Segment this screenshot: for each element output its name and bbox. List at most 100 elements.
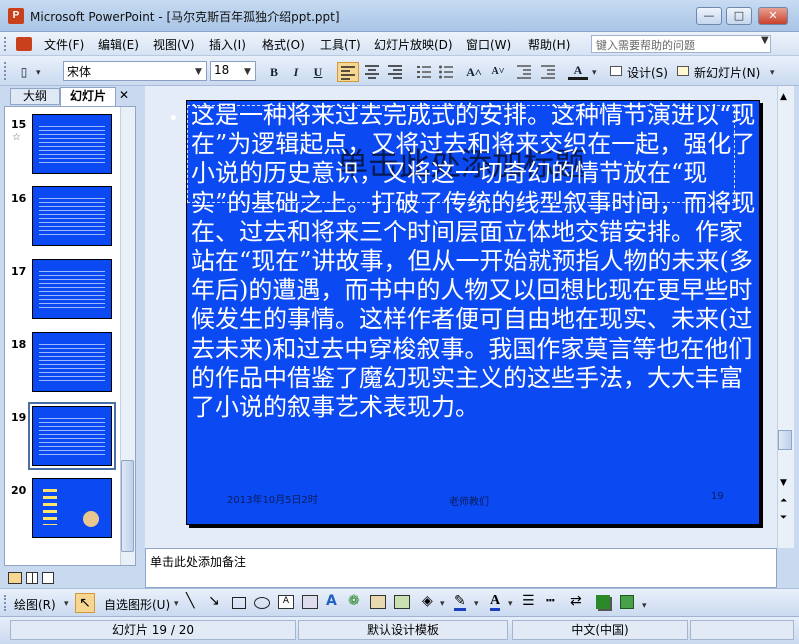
slide-body-text[interactable]: 这是一种将来过去完成式的安排。这种情节演进以“现在”为逻辑起点，又将过去和将来交… <box>191 101 757 422</box>
pane-close-icon[interactable]: ✕ <box>119 88 129 102</box>
numbering-icon <box>417 66 431 78</box>
line-tool-icon[interactable]: ╲ <box>186 593 194 609</box>
close-button[interactable]: ✕ <box>758 7 788 25</box>
menu-bar: 文件(F) 编辑(E) 视图(V) 插入(I) 格式(O) 工具(T) 幻灯片放… <box>0 32 799 56</box>
italic-button[interactable]: I <box>286 62 306 82</box>
shadow-style-icon[interactable] <box>596 595 610 609</box>
diagram-icon[interactable]: ❁ <box>348 593 360 609</box>
scroll-down-arrow-icon[interactable]: ▼ <box>780 478 787 488</box>
menu-tools[interactable]: 工具(T) <box>320 36 361 53</box>
decrease-font-size-icon[interactable]: A˅ <box>488 62 508 82</box>
arrow-tool-icon[interactable]: ↘ <box>208 593 220 609</box>
tab-slides[interactable]: 幻灯片 <box>60 87 116 106</box>
font-size-value: 18 <box>214 63 230 77</box>
menu-file[interactable]: 文件(F) <box>44 36 84 53</box>
drawing-toolbar: 绘图(R) ▾ ↖ 自选图形(U) ▾ ╲ ↘ A A ❁ ◈ ▾ ✎ ▾ A … <box>0 588 799 616</box>
slide-thumbnail-20[interactable] <box>32 478 112 538</box>
slideshow-view-icon[interactable] <box>42 572 54 584</box>
notes-pane[interactable]: 单击此处添加备注 <box>145 548 777 588</box>
text-color-arrow-icon[interactable]: ▾ <box>508 599 513 609</box>
align-left-button[interactable] <box>337 62 359 82</box>
toolbar-overflow-icon[interactable]: ▾ <box>770 68 775 78</box>
drawbar-overflow-icon[interactable]: ▾ <box>642 601 647 611</box>
thumbnail-scroll-thumb[interactable] <box>121 460 134 552</box>
slide-sorter-view-icon[interactable] <box>26 572 38 584</box>
status-slide-position: 幻灯片 19 / 20 <box>10 620 296 640</box>
document-icon[interactable] <box>16 37 32 51</box>
font-size-dropdown-icon[interactable]: ▼ <box>244 67 251 77</box>
toolbar-options-arrow-icon[interactable]: ▾ <box>36 68 41 78</box>
autoshapes-arrow-icon[interactable]: ▾ <box>174 599 179 609</box>
line-style-icon[interactable]: ☰ <box>522 593 535 609</box>
align-center-icon <box>365 65 379 79</box>
minimize-button[interactable]: — <box>696 7 722 25</box>
menu-format[interactable]: 格式(O) <box>262 36 305 53</box>
status-language: 中文(中国) <box>512 620 688 640</box>
design-icon[interactable] <box>610 66 622 76</box>
slide-thumbnail-17[interactable] <box>32 259 112 319</box>
fill-color-arrow-icon[interactable]: ▾ <box>440 599 445 609</box>
tab-outline[interactable]: 大纲 <box>10 88 60 105</box>
3d-style-icon[interactable] <box>620 595 634 609</box>
underline-button[interactable]: U <box>308 62 328 82</box>
picture-icon[interactable] <box>394 595 410 609</box>
decrease-indent-icon[interactable] <box>514 62 534 82</box>
help-search-input[interactable]: 键入需要帮助的问题 <box>591 35 771 53</box>
design-button[interactable]: 设计(S) <box>627 64 668 81</box>
window-title: Microsoft PowerPoint - [马尔克斯百年孤独介绍ppt.pp… <box>30 10 340 24</box>
slide-thumbnail-16[interactable] <box>32 186 112 246</box>
rectangle-tool-icon[interactable] <box>232 597 246 609</box>
align-right-button[interactable] <box>385 62 405 82</box>
formatting-toolbar: ▯ ▾ 宋体 ▼ 18 ▼ B I U A˄ A˅ A ▾ 设计(S) 新幻灯片… <box>0 56 799 86</box>
font-name-field[interactable]: 宋体 <box>63 61 207 81</box>
notes-placeholder: 单击此处添加备注 <box>150 555 247 569</box>
increase-indent-icon[interactable] <box>538 62 558 82</box>
menu-slideshow[interactable]: 幻灯片放映(D) <box>374 36 453 53</box>
menu-view[interactable]: 视图(V) <box>153 36 195 53</box>
numbering-button[interactable] <box>414 62 434 82</box>
current-slide[interactable]: 单击此处添加标题 这是一种将来过去完成式的安排。这种情节演进以“现在”为逻辑起点… <box>186 100 760 525</box>
menu-window[interactable]: 窗口(W) <box>466 36 511 53</box>
vertical-textbox-icon[interactable] <box>302 595 318 609</box>
text-color-icon[interactable]: A <box>490 593 501 611</box>
animation-star-icon: ☆ <box>12 132 21 143</box>
draw-menu-button[interactable]: 绘图(R) <box>14 596 56 613</box>
dash-style-icon[interactable]: ┅ <box>546 593 554 609</box>
line-color-arrow-icon[interactable]: ▾ <box>474 599 479 609</box>
bold-button[interactable]: B <box>264 62 284 82</box>
slide-thumbnail-15[interactable] <box>32 114 112 174</box>
oval-tool-icon[interactable] <box>254 597 270 609</box>
slide-scroll-thumb[interactable] <box>778 430 792 450</box>
new-slide-button[interactable]: 新幻灯片(N) <box>694 64 760 81</box>
line-color-icon[interactable]: ✎ <box>454 593 466 611</box>
clipart-icon[interactable] <box>370 595 386 609</box>
slide-thumbnail-18[interactable] <box>32 332 112 392</box>
next-slide-icon[interactable]: ⏷ <box>780 513 787 523</box>
new-slide-icon[interactable] <box>677 66 689 76</box>
previous-slide-icon[interactable]: ⏶ <box>780 496 787 506</box>
font-name-dropdown-icon[interactable]: ▼ <box>195 67 202 77</box>
textbox-tool-icon[interactable]: A <box>278 595 294 609</box>
bullets-button[interactable] <box>436 62 456 82</box>
slide-thumbnail-19[interactable] <box>32 406 112 466</box>
select-pointer-icon[interactable]: ↖ <box>75 593 95 613</box>
help-dropdown-arrow-icon[interactable]: ▼ <box>761 35 769 46</box>
new-document-icon[interactable]: ▯ <box>14 62 34 82</box>
font-color-icon[interactable]: A <box>568 62 588 80</box>
font-color-dropdown-icon[interactable]: ▾ <box>592 68 597 78</box>
menu-edit[interactable]: 编辑(E) <box>98 36 139 53</box>
align-center-button[interactable] <box>362 62 382 82</box>
increase-font-size-icon[interactable]: A˄ <box>464 62 484 82</box>
normal-view-icon[interactable] <box>8 572 22 584</box>
maximize-button[interactable]: □ <box>726 7 752 25</box>
menu-help[interactable]: 帮助(H) <box>528 36 570 53</box>
fill-color-icon[interactable]: ◈ <box>422 593 433 609</box>
arrow-style-icon[interactable]: ⇄ <box>570 593 582 609</box>
scroll-up-arrow-icon[interactable]: ▲ <box>780 92 787 102</box>
draw-menu-arrow-icon[interactable]: ▾ <box>64 599 69 609</box>
wordart-icon[interactable]: A <box>326 593 337 609</box>
autoshapes-button[interactable]: 自选图形(U) <box>104 596 170 613</box>
menu-insert[interactable]: 插入(I) <box>209 36 246 53</box>
slide-number: 19 <box>711 491 724 502</box>
powerpoint-app-icon[interactable]: P <box>8 8 24 24</box>
